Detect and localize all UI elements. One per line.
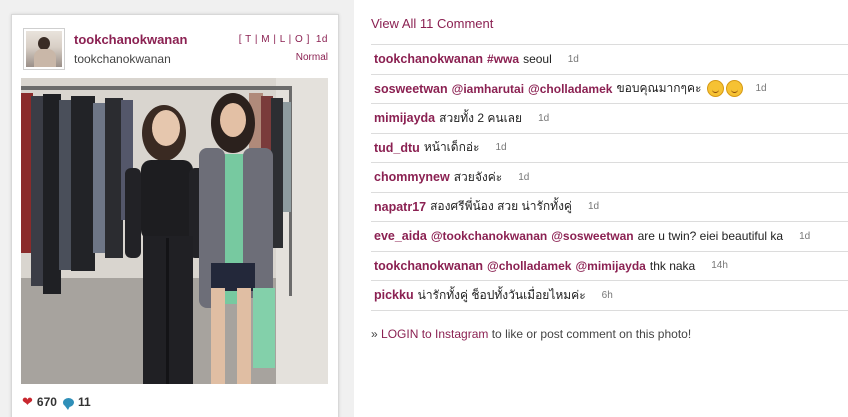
filter-size-links[interactable]: [ T | M | L | O ]: [239, 34, 310, 45]
comment-row: napatr17 สองศรีพี่น้อง สวย น่ารักทั้งคู่ 1…: [371, 193, 848, 222]
comment-username[interactable]: eve_aida: [374, 229, 427, 243]
comment-row: sosweetwan @iamharutai @cholladamek ขอบคุณม…: [371, 75, 848, 104]
comment-row: tookchanokwanan #wwa seoul 1d: [371, 45, 848, 75]
login-prompt: » LOGIN to Instagram to like or post com…: [371, 327, 691, 341]
comment-username[interactable]: tookchanokwanan: [374, 259, 483, 273]
comment-age: 14h: [711, 260, 728, 272]
comment-username[interactable]: sosweetwan: [374, 82, 448, 96]
comment-username[interactable]: pickku: [374, 288, 414, 302]
comment-row: tud_dtu หน้าเด็กอ่ะ 1d: [371, 134, 848, 163]
avatar[interactable]: [23, 28, 65, 70]
comment-text: สองศรีพี่น้อง สวย น่ารักทั้งคู่: [430, 199, 572, 214]
smiley-emoji-icon: [726, 80, 744, 98]
view-all-comments-link[interactable]: View All 11 Comment: [371, 16, 493, 31]
comment-mention[interactable]: @mimijayda: [575, 259, 645, 273]
heart-icon[interactable]: ❤: [22, 394, 33, 410]
comment-row: mimijayda สวยทั้ง 2 คนเลย 1d: [371, 104, 848, 134]
comment-text: หน้าเด็กอ่ะ: [423, 140, 480, 155]
comment-username[interactable]: napatr17: [374, 200, 426, 214]
post-photo-image: [21, 78, 328, 384]
comment-age: 1d: [587, 201, 600, 213]
comments-panel: View All 11 Comment tookchanokwanan #wwa s…: [371, 0, 848, 417]
login-link[interactable]: LOGIN to Instagram: [381, 327, 488, 341]
comment-text: seoul: [523, 52, 552, 67]
profile-photo-icon: [26, 31, 62, 67]
post-stats: ❤ 670 11: [22, 394, 91, 410]
comment-age: 1d: [518, 171, 530, 183]
post-age: 1d: [315, 34, 328, 45]
comment-mention[interactable]: #wwa: [487, 52, 519, 66]
comment-mention[interactable]: @cholladamek: [528, 82, 612, 96]
comment-row: pickku น่ารักทั้งคู่ ช็อปทั้งวันเมื่อยไหม…: [371, 281, 848, 311]
comment-age: 1d: [799, 230, 811, 242]
comment-row: chommynew สวยจังค่ะ 1d: [371, 163, 848, 193]
comment-age: 6h: [601, 289, 613, 301]
comment-row: tookchanokwanan @cholladamek @mimijayda thk…: [371, 252, 848, 281]
speech-bubble-icon[interactable]: [62, 397, 74, 410]
comment-text: thk naka: [649, 258, 696, 273]
comment-age: 1d: [538, 112, 550, 124]
comment-age: 1d: [755, 83, 767, 95]
comment-text: น่ารักทั้งคู่ ช็อปทั้งวันเมื่อยไหมค่ะ: [417, 287, 586, 302]
filter-name: Normal: [295, 52, 328, 63]
comment-text: ขอบคุณมากๆคะ: [616, 81, 702, 96]
comment-count: 11: [77, 395, 91, 409]
comment-mention[interactable]: @sosweetwan: [551, 229, 633, 243]
photo-card: tookchanokwanan tookchanokwanan [ T | M …: [11, 14, 339, 417]
login-suffix: to like or post comment on this photo!: [488, 327, 692, 341]
comment-row: eve_aida @tookchanokwanan @sosweetwan are u…: [371, 222, 848, 252]
comment-list: tookchanokwanan #wwa seoul 1d sosweetwan @iam…: [371, 44, 848, 311]
comment-username[interactable]: tookchanokwanan: [374, 52, 483, 66]
like-count: 670: [36, 395, 57, 409]
comment-mention[interactable]: @cholladamek: [487, 259, 571, 273]
comment-text: are u twin? eiei beautiful ka: [637, 229, 784, 244]
comment-mention[interactable]: @iamharutai: [452, 82, 524, 96]
post-username[interactable]: tookchanokwanan: [74, 32, 187, 47]
post-fullname: tookchanokwanan: [74, 52, 171, 66]
comment-text: สวยทั้ง 2 คนเลย: [439, 110, 523, 125]
smiley-emoji-icon: [707, 80, 725, 98]
comment-username[interactable]: chommynew: [374, 170, 450, 184]
filter-links[interactable]: [ T | M | L | O ] 1d: [239, 34, 328, 45]
login-prefix: »: [371, 327, 382, 341]
comment-age: 1d: [567, 53, 579, 65]
comment-mention[interactable]: @tookchanokwanan: [431, 229, 547, 243]
comment-age: 1d: [495, 142, 507, 154]
comment-text: สวยจังค่ะ: [453, 169, 503, 184]
comment-username[interactable]: mimijayda: [374, 111, 435, 125]
comment-username[interactable]: tud_dtu: [374, 141, 420, 155]
post-photo[interactable]: [21, 78, 328, 384]
